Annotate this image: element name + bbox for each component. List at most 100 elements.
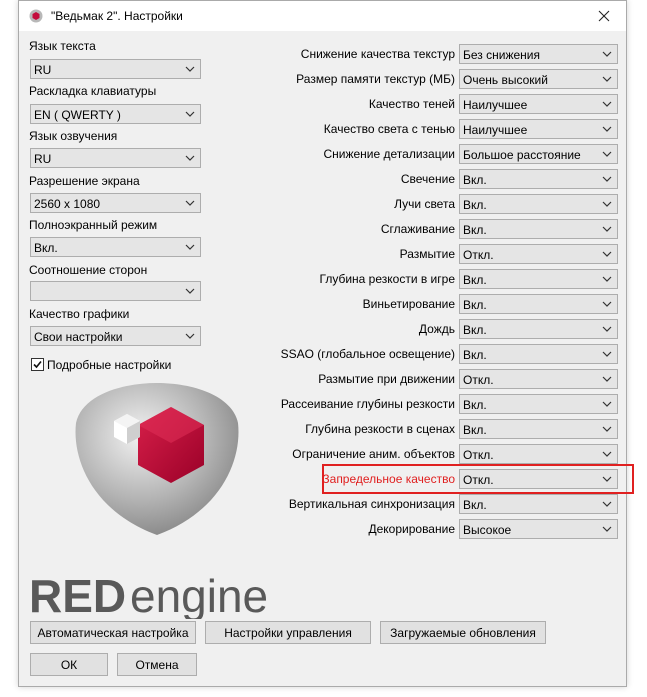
redengine-logo: RED engine — [29, 570, 268, 619]
checkmark-icon — [33, 360, 42, 369]
setting-select[interactable]: Вкл. — [459, 294, 618, 314]
ok-button[interactable]: ОК — [30, 653, 108, 676]
chevron-down-icon — [602, 201, 612, 207]
graphics-quality-label: Качество графики — [29, 307, 130, 321]
setting-label: Снижение качества текстур — [300, 47, 455, 61]
setting-select[interactable]: Откл. — [459, 244, 618, 264]
setting-select[interactable]: Вкл. — [459, 169, 618, 189]
setting-label: Декорирование — [368, 522, 455, 536]
setting-select[interactable]: Очень высокий — [459, 69, 618, 89]
voice-language-label: Язык озвучения — [29, 129, 118, 143]
window-title: "Ведьмак 2". Настройки — [51, 9, 183, 23]
setting-select[interactable]: Без снижения — [459, 44, 618, 64]
setting-value: Наилучшее — [463, 98, 528, 112]
chevron-down-icon — [602, 301, 612, 307]
aspect-ratio-label: Соотношение сторон — [29, 263, 148, 277]
setting-select[interactable]: Откл. — [459, 369, 618, 389]
setting-select[interactable]: Вкл. — [459, 269, 618, 289]
chevron-down-icon — [602, 351, 612, 357]
setting-select[interactable]: Вкл. — [459, 494, 618, 514]
setting-value: Вкл. — [463, 398, 487, 412]
fullscreen-value: Вкл. — [34, 241, 58, 255]
resolution-label: Разрешение экрана — [29, 174, 140, 188]
chevron-down-icon — [602, 251, 612, 257]
setting-label: SSAO (глобальное освещение) — [280, 347, 455, 361]
graphics-quality-select[interactable]: Свои настройки — [30, 326, 201, 346]
setting-value: Вкл. — [463, 198, 487, 212]
detailed-settings-label: Подробные настройки — [47, 358, 172, 372]
setting-label: Качество теней — [368, 97, 455, 111]
cancel-button[interactable]: Отмена — [117, 653, 197, 676]
setting-select[interactable]: Откл. — [459, 444, 618, 464]
setting-value: Откл. — [463, 448, 494, 462]
setting-value: Большое расстояние — [463, 148, 581, 162]
setting-label: Сглаживание — [380, 222, 455, 236]
chevron-down-icon — [602, 526, 612, 532]
setting-label: Ограничение аним. объектов — [292, 447, 455, 461]
chevron-down-icon — [602, 101, 612, 107]
setting-label: Размытие при движении — [318, 372, 455, 386]
setting-label: Размытие — [399, 247, 455, 261]
downloadable-updates-button[interactable]: Загружаемые обновления — [380, 621, 546, 644]
graphics-quality-value: Свои настройки — [34, 330, 123, 344]
chevron-down-icon — [602, 126, 612, 132]
setting-select[interactable]: Вкл. — [459, 219, 618, 239]
chevron-down-icon — [602, 401, 612, 407]
setting-label: Глубина резкости в сценах — [305, 422, 455, 436]
setting-value: Очень высокий — [463, 73, 548, 87]
close-icon — [598, 10, 610, 22]
setting-label: Вертикальная синхронизация — [288, 497, 455, 511]
chevron-down-icon — [602, 76, 612, 82]
setting-value: Откл. — [463, 373, 494, 387]
chevron-down-icon — [185, 200, 195, 206]
chevron-down-icon — [602, 226, 612, 232]
auto-config-button[interactable]: Автоматическая настройка — [30, 621, 196, 644]
chevron-down-icon — [602, 451, 612, 457]
setting-value: Вкл. — [463, 498, 487, 512]
chevron-down-icon — [602, 376, 612, 382]
setting-label: Размер памяти текстур (МБ) — [296, 72, 455, 86]
chevron-down-icon — [602, 501, 612, 507]
setting-select[interactable]: Вкл. — [459, 394, 618, 414]
chevron-down-icon — [602, 51, 612, 57]
setting-select[interactable]: Наилучшее — [459, 119, 618, 139]
app-logo-icon — [29, 9, 43, 23]
setting-value: Вкл. — [463, 298, 487, 312]
setting-label: Дождь — [418, 322, 455, 336]
setting-label: Свечение — [400, 172, 455, 186]
setting-select[interactable]: Большое расстояние — [459, 144, 618, 164]
controls-settings-button[interactable]: Настройки управления — [205, 621, 371, 644]
setting-select[interactable]: Высокое — [459, 519, 618, 539]
setting-select[interactable]: Наилучшее — [459, 94, 618, 114]
close-button[interactable] — [582, 1, 626, 31]
chevron-down-icon — [602, 426, 612, 432]
setting-value: Без снижения — [463, 48, 540, 62]
setting-select[interactable]: Вкл. — [459, 344, 618, 364]
setting-label: Снижение детализации — [323, 147, 455, 161]
aspect-ratio-select[interactable] — [30, 281, 201, 301]
keyboard-layout-select[interactable]: EN ( QWERTY ) — [30, 104, 201, 124]
setting-select[interactable]: Вкл. — [459, 194, 618, 214]
setting-select[interactable]: Вкл. — [459, 319, 618, 339]
resolution-select[interactable]: 2560 x 1080 — [30, 193, 201, 213]
settings-window: "Ведьмак 2". Настройки Язык текста RU Ра… — [18, 0, 634, 687]
setting-value: Вкл. — [463, 423, 487, 437]
logo-text-red: RED — [29, 570, 126, 619]
voice-language-select[interactable]: RU — [30, 148, 201, 168]
setting-value: Вкл. — [463, 323, 487, 337]
detailed-settings-checkbox[interactable] — [31, 358, 44, 371]
setting-label: Виньетирование — [362, 297, 455, 311]
text-language-value: RU — [34, 63, 52, 77]
chevron-down-icon — [185, 155, 195, 161]
keyboard-layout-label: Раскладка клавиатуры — [29, 84, 157, 98]
chevron-down-icon — [185, 111, 195, 117]
setting-select[interactable]: Вкл. — [459, 419, 618, 439]
setting-value: Откл. — [463, 248, 494, 262]
chevron-down-icon — [185, 288, 195, 294]
setting-label: Глубина резкости в игре — [319, 272, 456, 286]
fullscreen-label: Полноэкранный режим — [29, 218, 158, 232]
voice-language-value: RU — [34, 152, 52, 166]
fullscreen-select[interactable]: Вкл. — [30, 237, 201, 257]
text-language-select[interactable]: RU — [30, 59, 201, 79]
setting-value: Наилучшее — [463, 123, 528, 137]
